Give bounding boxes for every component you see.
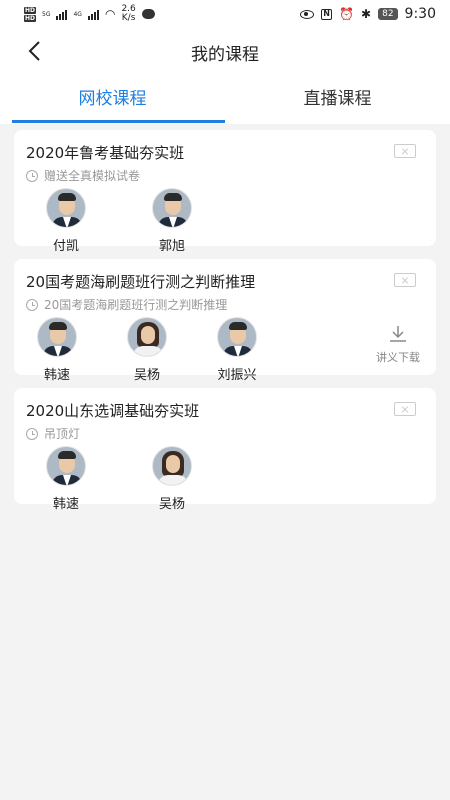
tab-live-courses[interactable]: 直播课程 — [225, 74, 450, 124]
course-subtitle: 20国考题海刷题班行测之判断推理 — [26, 296, 227, 313]
course-title: 20国考题海刷题班行测之判断推理 — [26, 273, 256, 291]
course-title: 2020年鲁考基础夯实班 — [26, 144, 185, 162]
teacher-avatar — [46, 188, 86, 228]
hd-indicator: HD HD — [24, 6, 37, 22]
tab-bar: 网校课程 直播课程 — [0, 74, 450, 124]
teacher-name: 韩速 — [52, 497, 79, 512]
course-card[interactable]: 20国考题海刷题班行测之判断推理 20国考题海刷题班行测之判断推理 韩速 吴杨 … — [14, 259, 436, 383]
handout-download-button[interactable]: 讲义下载 — [370, 325, 426, 365]
teacher-name: 刘振兴 — [217, 368, 257, 383]
teacher-name: 付凯 — [52, 239, 79, 254]
course-subtitle: 赠送全真模拟试卷 — [26, 167, 140, 184]
network-speed: 2.6 K/s — [121, 4, 136, 23]
teacher[interactable]: 吴杨 — [117, 317, 177, 383]
clock-icon — [26, 298, 38, 311]
message-icon — [141, 9, 155, 19]
tab-online-courses[interactable]: 网校课程 — [0, 74, 225, 124]
eye-icon — [300, 9, 315, 19]
course-subtitle: 吊顶灯 — [26, 425, 80, 442]
bluetooth-icon: ✱ — [361, 7, 372, 21]
alarm-icon: ⏰ — [339, 7, 355, 21]
network-5g-label: 5G — [42, 10, 51, 18]
teacher-avatar — [152, 188, 192, 228]
teacher[interactable]: 刘振兴 — [207, 317, 267, 383]
clock-time: 9:30 — [404, 6, 436, 22]
close-icon[interactable] — [394, 144, 416, 158]
signal-icon-2 — [87, 8, 99, 20]
nfc-icon: N — [321, 8, 333, 20]
clock-icon — [26, 169, 38, 182]
teacher-name: 郭旭 — [158, 239, 185, 254]
page-title: 我的课程 — [191, 45, 259, 65]
teacher-name: 吴杨 — [133, 368, 160, 383]
teacher-avatar — [46, 446, 86, 486]
teacher-avatar — [37, 317, 77, 357]
network-4g-label: 4G — [73, 10, 82, 18]
teacher-name: 吴杨 — [158, 497, 185, 512]
teacher-avatar — [152, 446, 192, 486]
course-card[interactable]: 2020山东选调基础夯实班 吊顶灯 韩速 吴杨 — [14, 388, 436, 512]
wifi-icon: ◠ — [104, 7, 116, 21]
signal-icon — [56, 8, 68, 20]
teacher-avatar — [127, 317, 167, 357]
close-icon[interactable] — [394, 273, 416, 287]
download-label: 讲义下载 — [376, 351, 420, 364]
course-card[interactable]: 2020年鲁考基础夯实班 赠送全真模拟试卷 付凯 郭旭 — [14, 130, 436, 254]
close-icon[interactable] — [394, 402, 416, 416]
status-bar: HD HD 5G 4G ◠ 2.6 K/s N ⏰ ✱ 82 9:30 — [0, 0, 450, 28]
clock-icon — [26, 427, 38, 440]
download-icon — [389, 325, 407, 343]
app-header: 我的课程 — [0, 28, 450, 74]
teacher[interactable]: 郭旭 — [142, 188, 202, 254]
teacher[interactable]: 付凯 — [36, 188, 96, 254]
teacher-name: 韩速 — [43, 368, 70, 383]
teacher[interactable]: 韩速 — [36, 446, 96, 512]
course-title: 2020山东选调基础夯实班 — [26, 402, 200, 420]
teacher[interactable]: 韩速 — [27, 317, 87, 383]
teacher-avatar — [217, 317, 257, 357]
battery-indicator: 82 — [378, 8, 398, 20]
teacher[interactable]: 吴杨 — [142, 446, 202, 512]
